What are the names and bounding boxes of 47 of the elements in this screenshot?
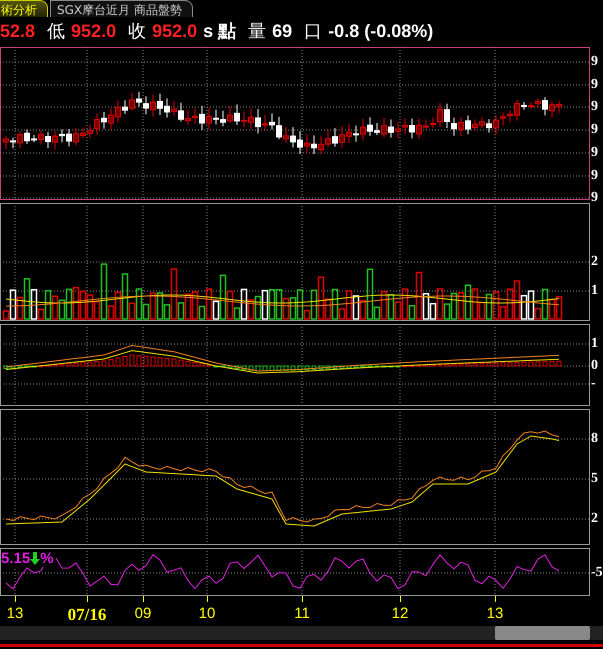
axis-tick [495, 596, 496, 602]
axis-tick [15, 596, 16, 602]
axis-tick [87, 596, 88, 602]
axis-label: 2 [591, 511, 598, 527]
date-label: 10 [198, 605, 216, 622]
legend-unit: % [40, 550, 54, 567]
axis-label: 0 [591, 358, 598, 374]
axis-label: 5 [591, 471, 598, 487]
axis-label: 2 [591, 254, 598, 270]
axis-tick [143, 596, 144, 602]
date-label: 07/16 [68, 605, 106, 625]
date-label: 13 [486, 605, 504, 622]
axis-tick [207, 596, 208, 602]
date-label: 11 [294, 605, 310, 622]
legend-value: 5.15 [1, 550, 30, 567]
tab[interactable]: 術分析 [0, 0, 48, 17]
quote-price: 52.8 [0, 20, 36, 42]
scrollbar-thumb[interactable] [495, 626, 590, 640]
axis-label: 9 [591, 190, 598, 206]
axis-label: - [591, 376, 596, 392]
quote-label: 口 [304, 20, 322, 43]
date-label: 12 [392, 605, 408, 622]
date-label: 13 [6, 605, 24, 622]
axis-label: 9 [591, 145, 598, 161]
quote-value: -0.8 (-0.08%) [328, 20, 434, 42]
date-label: 09 [134, 605, 152, 622]
axis-tick [400, 596, 401, 602]
down-arrow-icon [30, 552, 40, 565]
axis-tick [302, 596, 303, 602]
axis-label: 1 [591, 336, 598, 352]
quote-value: 69 [272, 20, 292, 42]
quote-label: 收 [128, 20, 146, 43]
quote-price: 952.0 [152, 20, 198, 42]
axis-label: 8 [591, 431, 598, 447]
quote-label: 低 [47, 20, 66, 43]
axis-label: 9 [591, 54, 598, 70]
quote-price: 952.0 [71, 20, 116, 42]
scrollbar[interactable] [0, 626, 603, 640]
axis-label: 9 [591, 168, 598, 184]
tab[interactable]: SGX摩台近月 商品盤勢 [50, 0, 193, 17]
axis-label: 9 [591, 122, 598, 138]
axis-label: 1 [591, 283, 598, 299]
quote-value: s 點 [203, 20, 236, 43]
axis-label: -5 [591, 565, 603, 581]
quote-label: 量 [248, 20, 266, 43]
axis-label: 9 [591, 99, 598, 115]
axis-label: 9 [591, 77, 598, 93]
